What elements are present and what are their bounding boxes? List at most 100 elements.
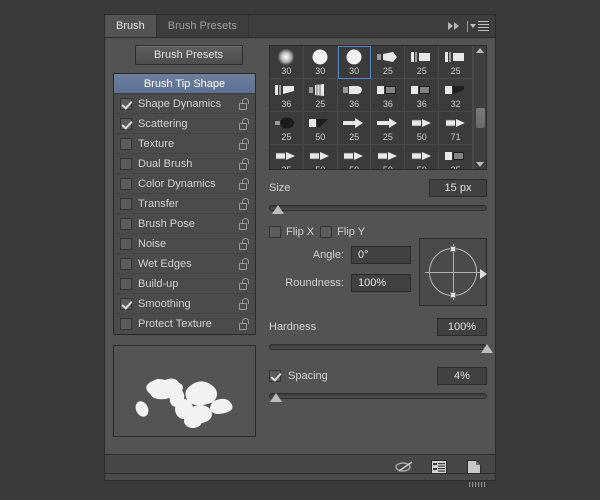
lock-icon[interactable] xyxy=(239,237,250,250)
angle-value-field[interactable]: 0° xyxy=(351,246,411,264)
brush-tip-size-label: 50 xyxy=(383,165,393,169)
brush-option-checkbox[interactable] xyxy=(120,197,132,210)
size-value-field[interactable]: 15 px xyxy=(429,179,487,197)
size-slider[interactable] xyxy=(269,202,487,214)
lock-icon[interactable] xyxy=(239,197,250,210)
lock-icon[interactable] xyxy=(239,277,250,290)
lock-icon[interactable] xyxy=(239,97,250,110)
panel-menu-icon[interactable] xyxy=(467,20,489,32)
brush-tip-cell[interactable]: 25 xyxy=(405,46,440,79)
brush-tip-thumbnail-icon xyxy=(341,48,367,66)
scroll-down-arrow-icon[interactable] xyxy=(476,162,484,167)
brush-tip-cell[interactable]: 32 xyxy=(439,79,473,112)
brush-grid-scrollbar[interactable] xyxy=(473,46,486,169)
brush-tip-cell[interactable]: 25 xyxy=(270,145,304,169)
brush-option-checkbox[interactable] xyxy=(120,277,132,290)
spacing-value-field[interactable]: 4% xyxy=(437,367,487,385)
lock-icon[interactable] xyxy=(239,297,250,310)
brush-option-row[interactable]: Smoothing xyxy=(114,294,255,314)
brush-option-row[interactable]: Build-up xyxy=(114,274,255,294)
brush-option-row[interactable]: Dual Brush xyxy=(114,154,255,174)
brush-option-row[interactable]: Transfer xyxy=(114,194,255,214)
roundness-handle-bottom[interactable] xyxy=(450,292,456,298)
brush-presets-button[interactable]: Brush Presets xyxy=(134,45,243,65)
brush-option-row[interactable]: Brush Pose xyxy=(114,214,255,234)
brush-tip-cell[interactable]: 71 xyxy=(439,112,473,145)
brush-option-row[interactable]: Texture xyxy=(114,134,255,154)
brush-option-checkbox[interactable] xyxy=(120,297,132,310)
brush-tip-cell[interactable]: 30 xyxy=(303,46,338,79)
brush-option-row[interactable]: Scattering xyxy=(114,114,255,134)
hardness-value-field[interactable]: 100% xyxy=(437,318,487,336)
brush-option-row[interactable]: Protect Texture xyxy=(114,314,255,334)
flip-x-checkbox[interactable]: Flip X xyxy=(269,226,314,238)
brush-tip-cell[interactable]: 25 xyxy=(371,46,406,79)
lock-icon[interactable] xyxy=(239,217,250,230)
lock-icon[interactable] xyxy=(239,257,250,270)
brush-tip-cell[interactable]: 25 xyxy=(270,112,304,145)
angle-roundness-widget[interactable] xyxy=(419,238,487,306)
lock-icon[interactable] xyxy=(239,137,250,150)
brush-tip-size-label: 30 xyxy=(281,66,292,76)
brush-tip-shape-header[interactable]: Brush Tip Shape xyxy=(114,74,255,94)
spacing-slider-knob[interactable] xyxy=(269,393,282,402)
brush-tip-cell[interactable]: 36 xyxy=(405,79,440,112)
brush-tip-cell[interactable]: 50 xyxy=(304,145,338,169)
brush-tip-cell[interactable]: 25 xyxy=(337,112,372,145)
brush-tip-size-label: 25 xyxy=(450,66,461,76)
brush-option-row[interactable]: Wet Edges xyxy=(114,254,255,274)
spacing-slider[interactable] xyxy=(269,390,487,402)
brush-option-checkbox[interactable] xyxy=(120,97,132,110)
flip-x-box[interactable] xyxy=(269,226,281,238)
size-slider-knob[interactable] xyxy=(271,205,284,214)
brush-tip-cell[interactable]: 50 xyxy=(405,112,440,145)
angle-label: Angle: xyxy=(312,249,344,261)
brush-option-row[interactable]: Shape Dynamics xyxy=(114,94,255,114)
brush-option-checkbox[interactable] xyxy=(120,257,132,270)
lock-icon[interactable] xyxy=(239,318,250,330)
brush-option-checkbox[interactable] xyxy=(120,157,132,170)
tab-brush[interactable]: Brush xyxy=(105,15,157,37)
lock-icon[interactable] xyxy=(239,117,250,130)
brush-option-checkbox[interactable] xyxy=(120,217,132,230)
brush-option-label: Shape Dynamics xyxy=(138,97,222,110)
brush-tip-cell[interactable]: 25 xyxy=(439,145,473,169)
angle-pointer-icon[interactable] xyxy=(480,269,487,279)
brush-tip-cell[interactable]: 25 xyxy=(439,46,473,79)
double-chevron-right-icon[interactable] xyxy=(448,22,459,30)
brush-option-row[interactable]: Noise xyxy=(114,234,255,254)
brush-tip-cell[interactable]: 25 xyxy=(303,79,338,112)
flip-y-checkbox[interactable]: Flip Y xyxy=(320,226,365,238)
scrollbar-thumb[interactable] xyxy=(476,108,485,128)
scroll-up-arrow-icon[interactable] xyxy=(476,48,484,53)
lock-icon[interactable] xyxy=(239,177,250,190)
brush-tip-cell[interactable]: 50 xyxy=(338,145,372,169)
brush-option-checkbox[interactable] xyxy=(120,137,132,150)
brush-tip-cell[interactable]: 30 xyxy=(270,46,304,79)
brush-tip-cell[interactable]: 50 xyxy=(405,145,440,169)
brush-option-checkbox[interactable] xyxy=(120,177,132,190)
hardness-slider-track xyxy=(269,344,487,350)
brush-tip-cell[interactable]: 25 xyxy=(371,112,406,145)
brush-tip-cell[interactable]: 36 xyxy=(371,79,406,112)
roundness-handle-top[interactable] xyxy=(450,246,456,252)
brush-tip-cell[interactable]: 36 xyxy=(337,79,372,112)
brush-tip-cell[interactable]: 50 xyxy=(371,145,406,169)
brush-option-checkbox[interactable] xyxy=(120,117,132,130)
hardness-slider[interactable] xyxy=(269,341,493,353)
brush-tip-cell[interactable]: 50 xyxy=(303,112,338,145)
lock-icon[interactable] xyxy=(239,157,250,170)
brush-option-checkbox[interactable] xyxy=(120,318,132,330)
roundness-value-field[interactable]: 100% xyxy=(351,274,411,292)
brush-tip-shape-label: Brush Tip Shape xyxy=(143,77,226,90)
brush-tip-size-label: 25 xyxy=(382,132,393,142)
hardness-slider-knob[interactable] xyxy=(481,344,493,353)
spacing-checkbox[interactable] xyxy=(269,370,281,382)
tab-brush-presets[interactable]: Brush Presets xyxy=(157,15,249,37)
brush-tip-cell[interactable]: 36 xyxy=(270,79,304,112)
status-bar-grip-icon[interactable] xyxy=(469,475,493,493)
brush-option-checkbox[interactable] xyxy=(120,237,132,250)
brush-tip-cell[interactable]: 30 xyxy=(337,46,372,79)
brush-option-row[interactable]: Color Dynamics xyxy=(114,174,255,194)
flip-y-box[interactable] xyxy=(320,226,333,238)
